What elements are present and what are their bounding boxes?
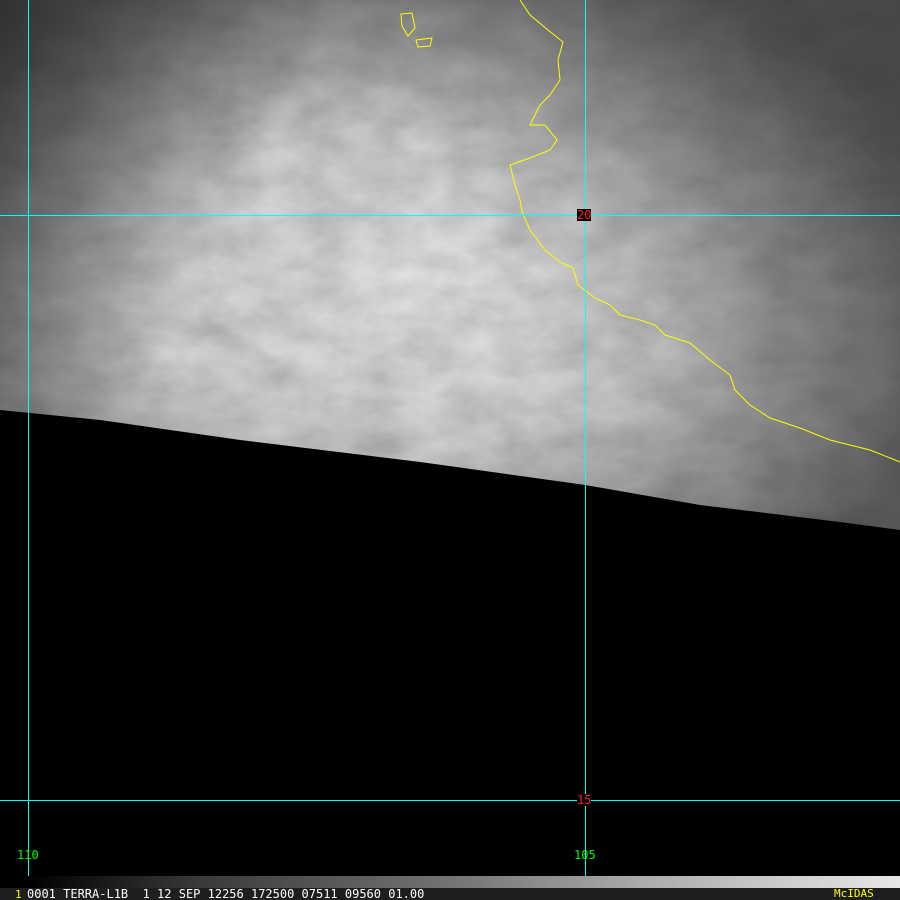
satellite-image-viewer: 20 15 110 105 1 0001 TERRA-L1B 1 12 SEP … bbox=[0, 0, 900, 900]
latitude-label-20: 20 bbox=[577, 208, 592, 222]
cloud-field bbox=[0, 0, 900, 530]
longitude-label-105: 105 bbox=[574, 848, 596, 862]
longitude-label-110: 110 bbox=[17, 848, 39, 862]
image-info: 0001 TERRA-L1B 1 12 SEP 12256 172500 075… bbox=[27, 887, 425, 900]
satellite-imagery bbox=[0, 0, 900, 888]
frame-index: 1 bbox=[15, 888, 22, 900]
mcidas-brand: McIDAS bbox=[834, 887, 874, 900]
latitude-label-15: 15 bbox=[577, 793, 592, 807]
status-bar: 1 0001 TERRA-L1B 1 12 SEP 12256 172500 0… bbox=[0, 888, 900, 900]
